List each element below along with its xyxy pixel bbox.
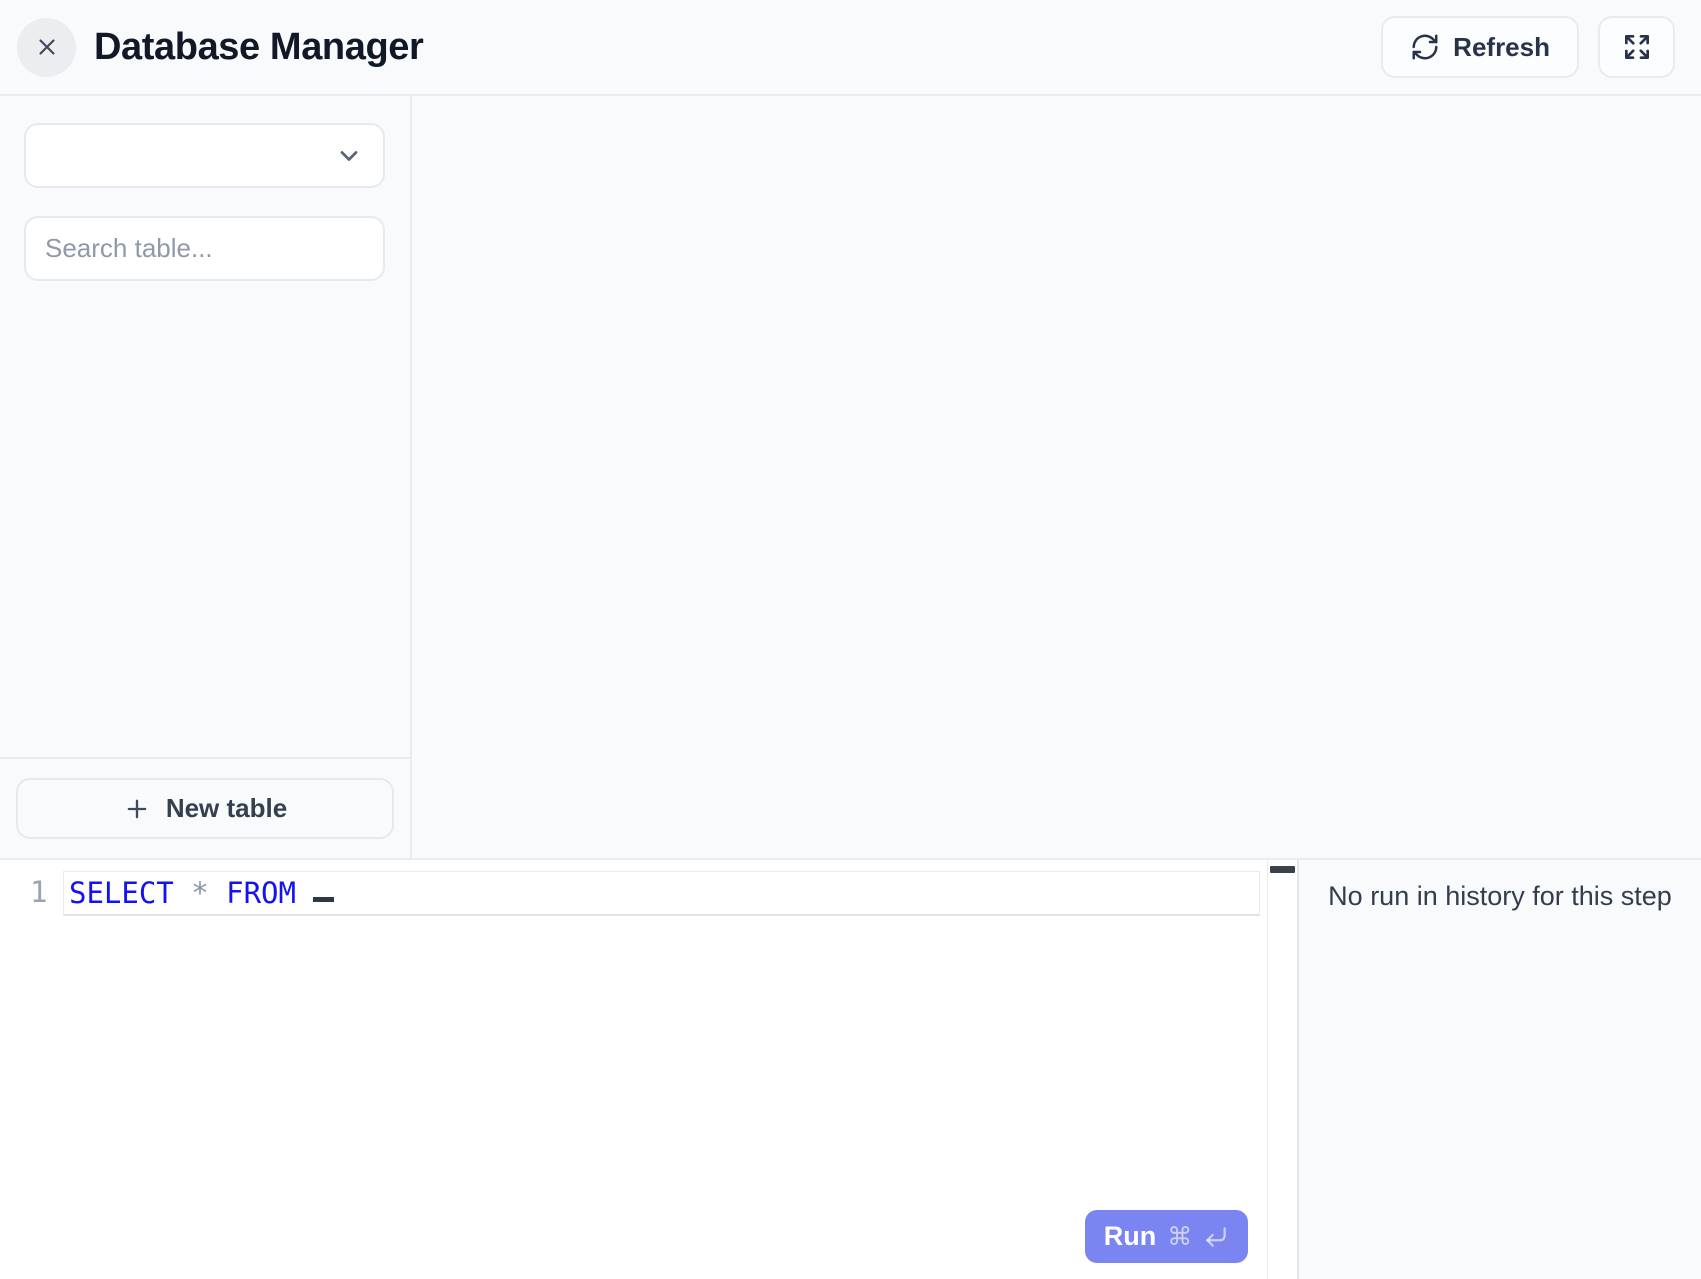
- header-actions: Refresh: [1381, 16, 1675, 78]
- return-key-icon: [1203, 1224, 1229, 1250]
- refresh-button[interactable]: Refresh: [1381, 16, 1579, 78]
- history-empty-message: No run in history for this step: [1328, 881, 1672, 911]
- sql-keyword-from: FROM: [226, 876, 313, 910]
- command-key-icon: ⌘: [1167, 1222, 1192, 1252]
- line-number: 1: [30, 875, 47, 909]
- sidebar-footer: New table: [0, 757, 410, 858]
- table-select-dropdown[interactable]: [24, 123, 385, 188]
- chevron-down-icon: [335, 142, 363, 170]
- run-button[interactable]: Run ⌘: [1085, 1210, 1248, 1263]
- database-manager-panel: Database Manager Refresh New table: [0, 0, 1701, 1279]
- expand-icon: [1621, 31, 1653, 63]
- sidebar-controls: [0, 96, 410, 281]
- plus-icon: [123, 795, 151, 823]
- search-table-input[interactable]: [24, 216, 385, 281]
- table-list: [0, 281, 410, 757]
- scrollbar-thumb[interactable]: [1270, 866, 1295, 873]
- sidebar: New table: [0, 96, 412, 858]
- bottom-section: 1 SELECT * FROM Run ⌘ No run in history …: [0, 858, 1701, 1279]
- new-table-button[interactable]: New table: [16, 778, 394, 839]
- sql-active-line[interactable]: SELECT * FROM: [63, 871, 1260, 916]
- text-cursor: [313, 897, 334, 902]
- close-button[interactable]: [17, 18, 76, 77]
- new-table-label: New table: [166, 793, 287, 824]
- editor-scrollbar[interactable]: [1267, 860, 1297, 1279]
- sql-operator-star: *: [191, 876, 226, 910]
- close-icon: [34, 34, 60, 60]
- run-label: Run: [1104, 1221, 1156, 1252]
- header: Database Manager Refresh: [0, 0, 1701, 96]
- refresh-label: Refresh: [1453, 32, 1550, 63]
- page-title: Database Manager: [94, 26, 423, 69]
- expand-button[interactable]: [1598, 16, 1675, 78]
- sql-editor[interactable]: 1 SELECT * FROM Run ⌘: [0, 860, 1267, 1279]
- main-empty-area: [414, 96, 1701, 858]
- refresh-icon: [1410, 32, 1440, 62]
- run-history-panel: No run in history for this step: [1297, 860, 1701, 1279]
- sql-keyword-select: SELECT: [69, 876, 191, 910]
